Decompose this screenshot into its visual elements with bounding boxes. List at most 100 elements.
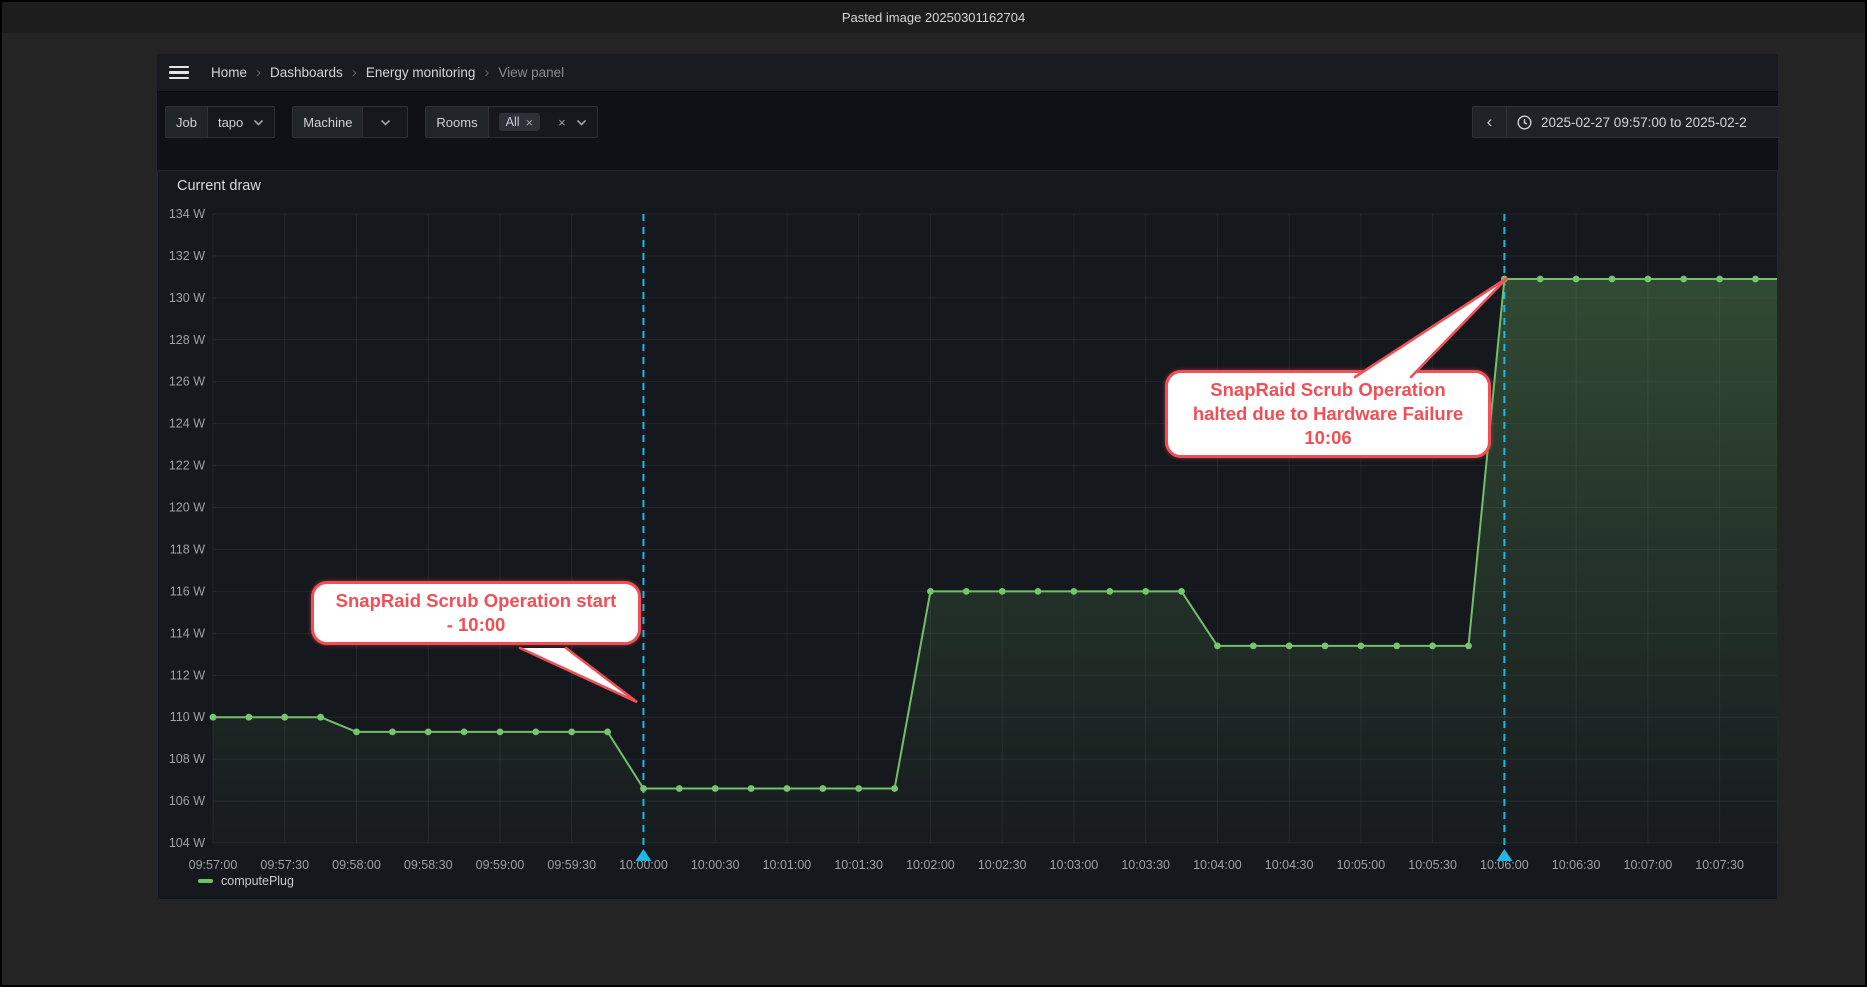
legend-item-computeplug[interactable]: computePlug <box>198 874 294 888</box>
filter-row: Job tapo Machine Rooms All × <box>165 106 598 138</box>
data-point[interactable] <box>210 714 217 721</box>
data-point[interactable] <box>748 785 755 792</box>
data-point[interactable] <box>1035 588 1042 595</box>
data-point[interactable] <box>1286 643 1293 650</box>
filter-machine: Machine <box>292 106 408 138</box>
y-axis-tick-label: 114 W <box>170 626 205 640</box>
filter-machine-label: Machine <box>292 106 362 138</box>
data-point[interactable] <box>604 729 611 736</box>
x-axis-tick-label: 10:06:30 <box>1552 858 1601 872</box>
y-axis-tick-label: 104 W <box>169 836 205 850</box>
x-axis-tick-label: 09:59:30 <box>547 858 596 872</box>
chevron-down-icon <box>380 119 391 126</box>
x-axis-tick-label: 10:03:00 <box>1050 858 1099 872</box>
y-axis-tick-label: 112 W <box>170 668 205 682</box>
data-point[interactable] <box>281 714 288 721</box>
data-point[interactable] <box>676 785 683 792</box>
data-point[interactable] <box>1358 643 1365 650</box>
data-point[interactable] <box>712 785 719 792</box>
rooms-chip-all-label: All <box>506 115 520 129</box>
data-point[interactable] <box>317 714 324 721</box>
x-axis-tick-label: 10:00:30 <box>691 858 740 872</box>
annotation-marker-icon[interactable] <box>635 849 651 861</box>
data-point[interactable] <box>1250 643 1257 650</box>
data-point[interactable] <box>1680 276 1687 283</box>
data-point[interactable] <box>1322 643 1329 650</box>
clear-selection-icon[interactable]: × <box>558 116 566 129</box>
screenshot-stage: Pasted image 20250301162704 Home › Dashb… <box>0 0 1867 987</box>
x-axis-tick-label: 10:02:00 <box>906 858 955 872</box>
data-point[interactable] <box>568 729 575 736</box>
data-point[interactable] <box>532 729 539 736</box>
x-axis-tick-label: 09:59:00 <box>476 858 525 872</box>
data-point[interactable] <box>784 785 791 792</box>
data-point[interactable] <box>1716 276 1723 283</box>
data-point[interactable] <box>1752 276 1759 283</box>
filter-machine-select[interactable] <box>362 106 408 138</box>
annotation-bubble-1: SnapRaid Scrub Operationhalted due to Ha… <box>1165 370 1491 458</box>
menu-hamburger-icon[interactable] <box>169 66 189 80</box>
y-axis-tick-label: 124 W <box>169 417 205 431</box>
data-point[interactable] <box>1645 276 1652 283</box>
data-point[interactable] <box>1609 276 1616 283</box>
data-point[interactable] <box>927 588 934 595</box>
filter-job-label: Job <box>165 106 207 138</box>
annotation-bubble-0: SnapRaid Scrub Operation start- 10:00 <box>311 581 641 645</box>
breadcrumb: Home › Dashboards › Energy monitoring › … <box>211 64 564 81</box>
filter-rooms: Rooms All × × <box>425 106 597 138</box>
data-point[interactable] <box>891 785 898 792</box>
data-point[interactable] <box>1393 643 1400 650</box>
data-point[interactable] <box>497 729 504 736</box>
data-point[interactable] <box>819 785 826 792</box>
data-point[interactable] <box>1465 643 1472 650</box>
top-navbar: Home › Dashboards › Energy monitoring › … <box>157 54 1778 92</box>
filter-rooms-select[interactable]: All × × <box>488 106 598 138</box>
annotation-bubble-text: - 10:00 <box>322 613 630 637</box>
data-point[interactable] <box>1106 588 1113 595</box>
pasted-image-caption: Pasted image 20250301162704 <box>2 2 1865 33</box>
data-point[interactable] <box>1537 276 1544 283</box>
data-point[interactable] <box>389 729 396 736</box>
data-point[interactable] <box>855 785 862 792</box>
y-axis-tick-label: 106 W <box>169 794 205 808</box>
chevron-right-icon: › <box>484 64 489 81</box>
time-picker: ‹ 2025-02-27 09:57:00 to 2025-02-2 <box>1472 106 1778 138</box>
y-axis-tick-label: 132 W <box>169 249 205 263</box>
data-point[interactable] <box>1214 643 1221 650</box>
data-point[interactable] <box>1178 588 1185 595</box>
timeseries-chart[interactable]: 134 W132 W130 W128 W126 W124 W122 W120 W… <box>158 171 1778 900</box>
data-point[interactable] <box>461 729 468 736</box>
rooms-chip-all[interactable]: All × <box>499 113 541 131</box>
x-axis-tick-label: 09:58:00 <box>332 858 381 872</box>
data-point[interactable] <box>1071 588 1078 595</box>
y-axis-tick-label: 110 W <box>170 710 205 724</box>
y-axis-tick-label: 108 W <box>169 752 205 766</box>
data-point[interactable] <box>963 588 970 595</box>
data-point[interactable] <box>425 729 432 736</box>
time-range-button[interactable]: 2025-02-27 09:57:00 to 2025-02-2 <box>1506 106 1778 138</box>
data-point[interactable] <box>1501 276 1508 283</box>
chevron-right-icon: › <box>352 64 357 81</box>
breadcrumb-energy-monitoring[interactable]: Energy monitoring <box>366 65 476 80</box>
breadcrumb-dashboards[interactable]: Dashboards <box>270 65 343 80</box>
annotation-bubble-text: SnapRaid Scrub Operation start <box>322 589 630 613</box>
x-axis-tick-label: 10:07:30 <box>1695 858 1744 872</box>
data-point[interactable] <box>999 588 1006 595</box>
data-point[interactable] <box>640 785 647 792</box>
annotation-marker-icon[interactable] <box>1496 849 1512 861</box>
filter-job-select[interactable]: tapo <box>207 106 275 138</box>
x-axis-tick-label: 10:05:00 <box>1337 858 1386 872</box>
x-axis-tick-label: 10:01:00 <box>763 858 812 872</box>
data-point[interactable] <box>1429 643 1436 650</box>
breadcrumb-view-panel: View panel <box>498 65 564 80</box>
y-axis-tick-label: 130 W <box>169 291 205 305</box>
chip-remove-icon[interactable]: × <box>526 116 534 129</box>
data-point[interactable] <box>1573 276 1580 283</box>
y-axis-tick-label: 118 W <box>170 542 205 556</box>
x-axis-tick-label: 10:07:00 <box>1624 858 1673 872</box>
data-point[interactable] <box>246 714 253 721</box>
breadcrumb-home[interactable]: Home <box>211 65 247 80</box>
time-shift-back-button[interactable]: ‹ <box>1472 106 1506 138</box>
data-point[interactable] <box>1142 588 1149 595</box>
data-point[interactable] <box>353 729 360 736</box>
